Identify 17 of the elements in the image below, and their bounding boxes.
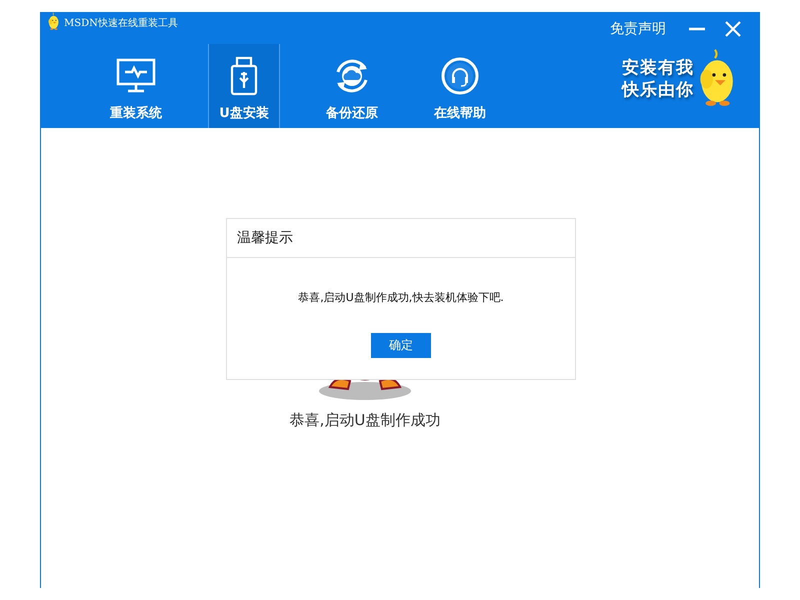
status-text: 恭喜,启动U盘制作成功	[290, 411, 440, 430]
close-icon[interactable]	[724, 20, 742, 38]
nav-tab[interactable]: 在线帮助	[424, 44, 496, 128]
monitor-icon	[116, 58, 156, 94]
nav-tab[interactable]: 重装系统	[100, 44, 172, 128]
dialog-message: 恭喜,启动U盘制作成功,快去装机体验下吧.	[297, 290, 505, 305]
nav-tab[interactable]: U盘安装	[208, 44, 280, 128]
dialog-title: 温馨提示	[237, 229, 293, 247]
nav-tab[interactable]: 备份还原	[316, 44, 388, 128]
logo-icon	[46, 12, 60, 30]
disclaimer-link[interactable]: 免责声明	[610, 20, 666, 38]
slogan-text: 安装有我	[622, 57, 694, 79]
window-title: MSDN快速在线重装工具	[64, 16, 178, 30]
slogan-text: 快乐由你	[622, 79, 694, 101]
confirm-button[interactable]: 确定	[371, 333, 431, 358]
headset-icon	[440, 56, 480, 96]
usb-drive-icon	[230, 56, 258, 96]
